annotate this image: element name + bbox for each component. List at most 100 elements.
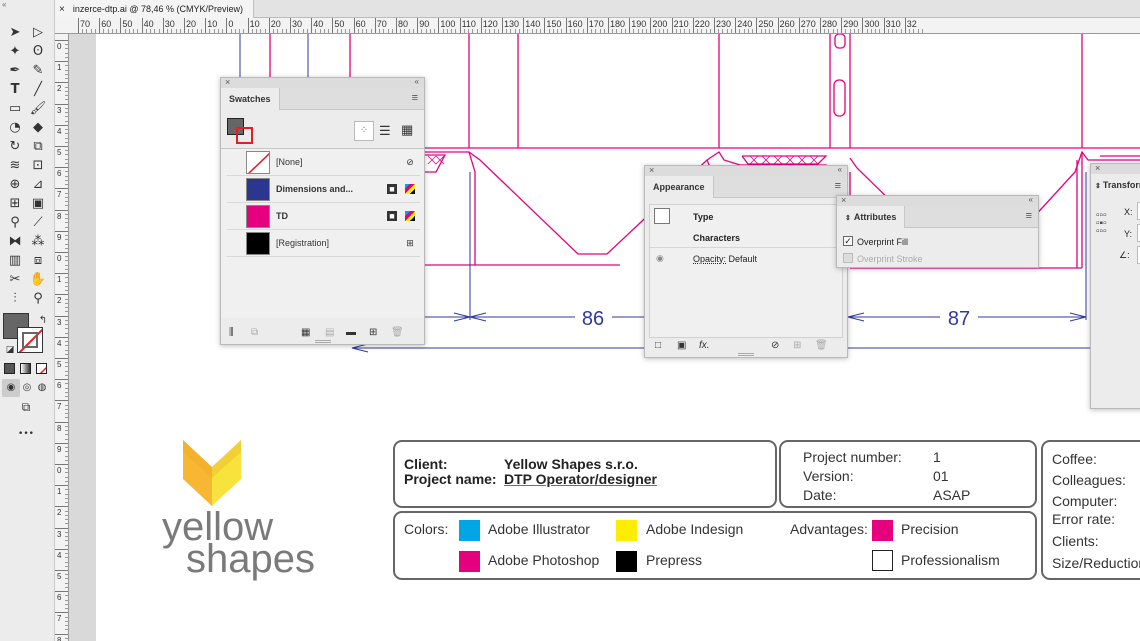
column-graph-tool-icon[interactable]: ▥ — [6, 252, 24, 270]
eraser-tool-icon[interactable]: ◆ — [29, 119, 47, 137]
vertical-ruler[interactable]: 012345678901234567890123456789 — [55, 34, 69, 641]
fx-icon[interactable]: fx. — [699, 340, 710, 351]
hand-tool-icon[interactable]: ✋ — [29, 271, 47, 289]
panel-resize-grip[interactable] — [738, 353, 754, 356]
ruler-minor-tick — [124, 29, 126, 33]
reference-point-icon[interactable]: ▫▫▫ ▫▪▫ ▫▫▫ — [1096, 211, 1107, 237]
ruler-minor-tick — [853, 29, 855, 33]
selection-tool-icon[interactable]: ➤ — [6, 24, 24, 42]
edit-toolbar-icon[interactable]: ••• — [14, 425, 38, 443]
ruler-minor-tick — [256, 29, 258, 33]
opacity-row[interactable]: Opacity: Default — [693, 254, 757, 264]
stroke-swatch[interactable] — [17, 327, 43, 353]
panel-menu-icon[interactable]: ≡ — [835, 180, 841, 192]
rectangle-tool-icon[interactable]: ▭ — [6, 100, 24, 118]
ruler-tick-label: 180 — [610, 19, 626, 29]
gradient-mode-icon[interactable] — [20, 363, 31, 374]
pen-tool-icon[interactable]: ✒ — [6, 62, 24, 80]
grid-view-icon[interactable]: ▦ — [401, 122, 413, 138]
draw-inside-icon[interactable]: ◍ — [33, 379, 51, 397]
lasso-tool-icon[interactable]: ʘ — [29, 43, 47, 61]
project-name-value: DTP Operator/designer — [504, 471, 658, 487]
fill-stroke-preview[interactable] — [227, 118, 253, 144]
swatch-row-registration[interactable]: [Registration] ⊞ — [227, 230, 420, 257]
transform-tab[interactable]: ⇕Transform — [1091, 174, 1140, 196]
characters-row[interactable]: Characters — [693, 233, 740, 243]
swatch-row-td[interactable]: TD ■ — [227, 203, 420, 230]
swatches-tab[interactable]: Swatches — [221, 88, 280, 110]
ruler-tick-label: 280 — [822, 19, 838, 29]
warp-tool-icon[interactable]: ≋ — [6, 157, 24, 175]
close-panel-icon[interactable]: × — [649, 165, 654, 175]
new-color-group-icon[interactable]: ▬ — [346, 327, 356, 338]
color-mode-icon[interactable] — [4, 363, 15, 374]
document-tab[interactable]: × inzerce-dtp.ai @ 78,46 % (CMYK/Preview) — [55, 0, 255, 18]
artboard-tool-icon[interactable]: ⧈ — [29, 252, 47, 270]
collapse-panel-icon[interactable]: « — [1029, 195, 1033, 204]
add-fill-icon[interactable]: ▣ — [677, 340, 686, 351]
curvature-tool-icon[interactable]: ✎ — [29, 62, 47, 80]
shape-builder-tool-icon[interactable]: ⊕ — [6, 176, 24, 194]
close-tab-icon[interactable]: × — [59, 4, 65, 15]
opacity-label[interactable]: Opacity: — [693, 254, 726, 264]
swatch-row-dimensions[interactable]: Dimensions and... ■ — [227, 176, 420, 203]
swatch-row-none[interactable]: [None] ⊘ — [227, 149, 420, 176]
ruler-minor-tick — [340, 29, 342, 33]
free-transform-tool-icon[interactable]: ⊡ — [29, 157, 47, 175]
scale-tool-icon[interactable]: ⧉ — [29, 138, 47, 156]
direct-selection-tool-icon[interactable]: ▷ — [29, 24, 47, 42]
zoom-tool-icon[interactable]: ⚲ — [29, 290, 47, 308]
ruler-tick-label: 32 — [906, 19, 917, 29]
type-tool-icon[interactable]: T — [6, 81, 24, 99]
mesh-tool-icon[interactable]: ⊞ — [6, 195, 24, 213]
panel-menu-icon[interactable]: ≡ — [1026, 210, 1032, 222]
attributes-tab[interactable]: ⇕ Attributes — [837, 206, 906, 228]
close-panel-icon[interactable]: × — [1095, 163, 1100, 173]
overprint-fill-checkbox[interactable]: ✓ — [843, 236, 853, 246]
collapse-panel-icon[interactable]: « — [838, 165, 842, 174]
appearance-tab[interactable]: Appearance — [645, 176, 714, 198]
close-panel-icon[interactable]: × — [225, 77, 230, 87]
type-swatch — [654, 208, 670, 224]
align-icon[interactable]: ⫶ — [6, 290, 24, 308]
ruler-minor-tick — [781, 29, 783, 33]
swatch-libraries-icon[interactable]: ⫼ — [229, 327, 234, 338]
slice-tool-icon[interactable]: ✂ — [6, 271, 24, 289]
measure-tool-icon[interactable]: ⟋ — [29, 214, 47, 232]
ruler-minor-tick — [217, 29, 219, 33]
list-view-icon[interactable]: ☰ — [379, 123, 391, 139]
line-tool-icon[interactable]: ╱ — [29, 81, 47, 99]
shaper-tool-icon[interactable]: ◔ — [6, 119, 24, 137]
visibility-eye-icon[interactable]: ◉ — [656, 253, 664, 264]
new-swatch-icon[interactable]: ⊞ — [369, 327, 377, 338]
panel-menu-icon[interactable]: ≡ — [412, 92, 418, 104]
show-kinds-menu-icon[interactable]: ▦ — [301, 327, 310, 338]
eyedropper-tool-icon[interactable]: ⚲ — [6, 214, 24, 232]
horizontal-ruler[interactable]: 70 60 50 40 30 20 10 0 10 20 30 40 50 60 70 80 90 100 110 1… — [55, 18, 1140, 34]
clear-appearance-icon[interactable]: ⊘ — [771, 340, 779, 351]
ruler-tick — [268, 18, 270, 33]
blend-tool-icon[interactable]: ⧓ — [6, 233, 24, 251]
perspective-grid-tool-icon[interactable]: ⊿ — [29, 176, 47, 194]
ruler-tick-label: 1 — [57, 487, 62, 497]
ruler-minor-tick — [425, 29, 427, 33]
default-fill-stroke-icon[interactable]: ◪ — [1, 341, 19, 359]
swatch-list: [None] ⊘ Dimensions and... ■ TD ■ [Regis… — [221, 148, 424, 318]
add-stroke-icon[interactable]: □ — [655, 340, 661, 351]
symbol-sprayer-tool-icon[interactable]: ⁂ — [29, 233, 47, 251]
rotate-tool-icon[interactable]: ↻ — [6, 138, 24, 156]
collapse-panel-icon[interactable]: « — [415, 77, 419, 86]
ruler-minor-tick — [654, 29, 656, 33]
ruler-minor-tick — [667, 29, 669, 33]
close-panel-icon[interactable]: × — [841, 195, 846, 205]
collapse-toolbar-icon[interactable]: « — [2, 0, 6, 9]
swap-fill-stroke-icon[interactable]: ↰ — [34, 312, 52, 330]
y-label: Y: — [1124, 229, 1133, 239]
gradient-tool-icon[interactable]: ▣ — [29, 195, 47, 213]
screen-mode-icon[interactable]: ⧉ — [17, 398, 35, 416]
paintbrush-tool-icon[interactable]: 🖌 — [29, 100, 47, 118]
panel-resize-grip[interactable] — [314, 340, 331, 343]
show-kinds-icon[interactable]: ⁘ — [354, 121, 374, 141]
none-mode-icon[interactable] — [36, 363, 47, 374]
magic-wand-tool-icon[interactable]: ✦ — [6, 43, 24, 61]
